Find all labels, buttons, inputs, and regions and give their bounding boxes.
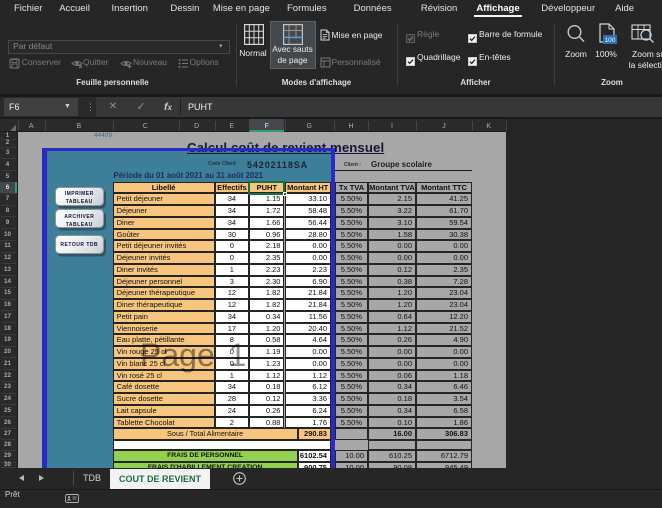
svg-text:100: 100	[605, 37, 616, 44]
